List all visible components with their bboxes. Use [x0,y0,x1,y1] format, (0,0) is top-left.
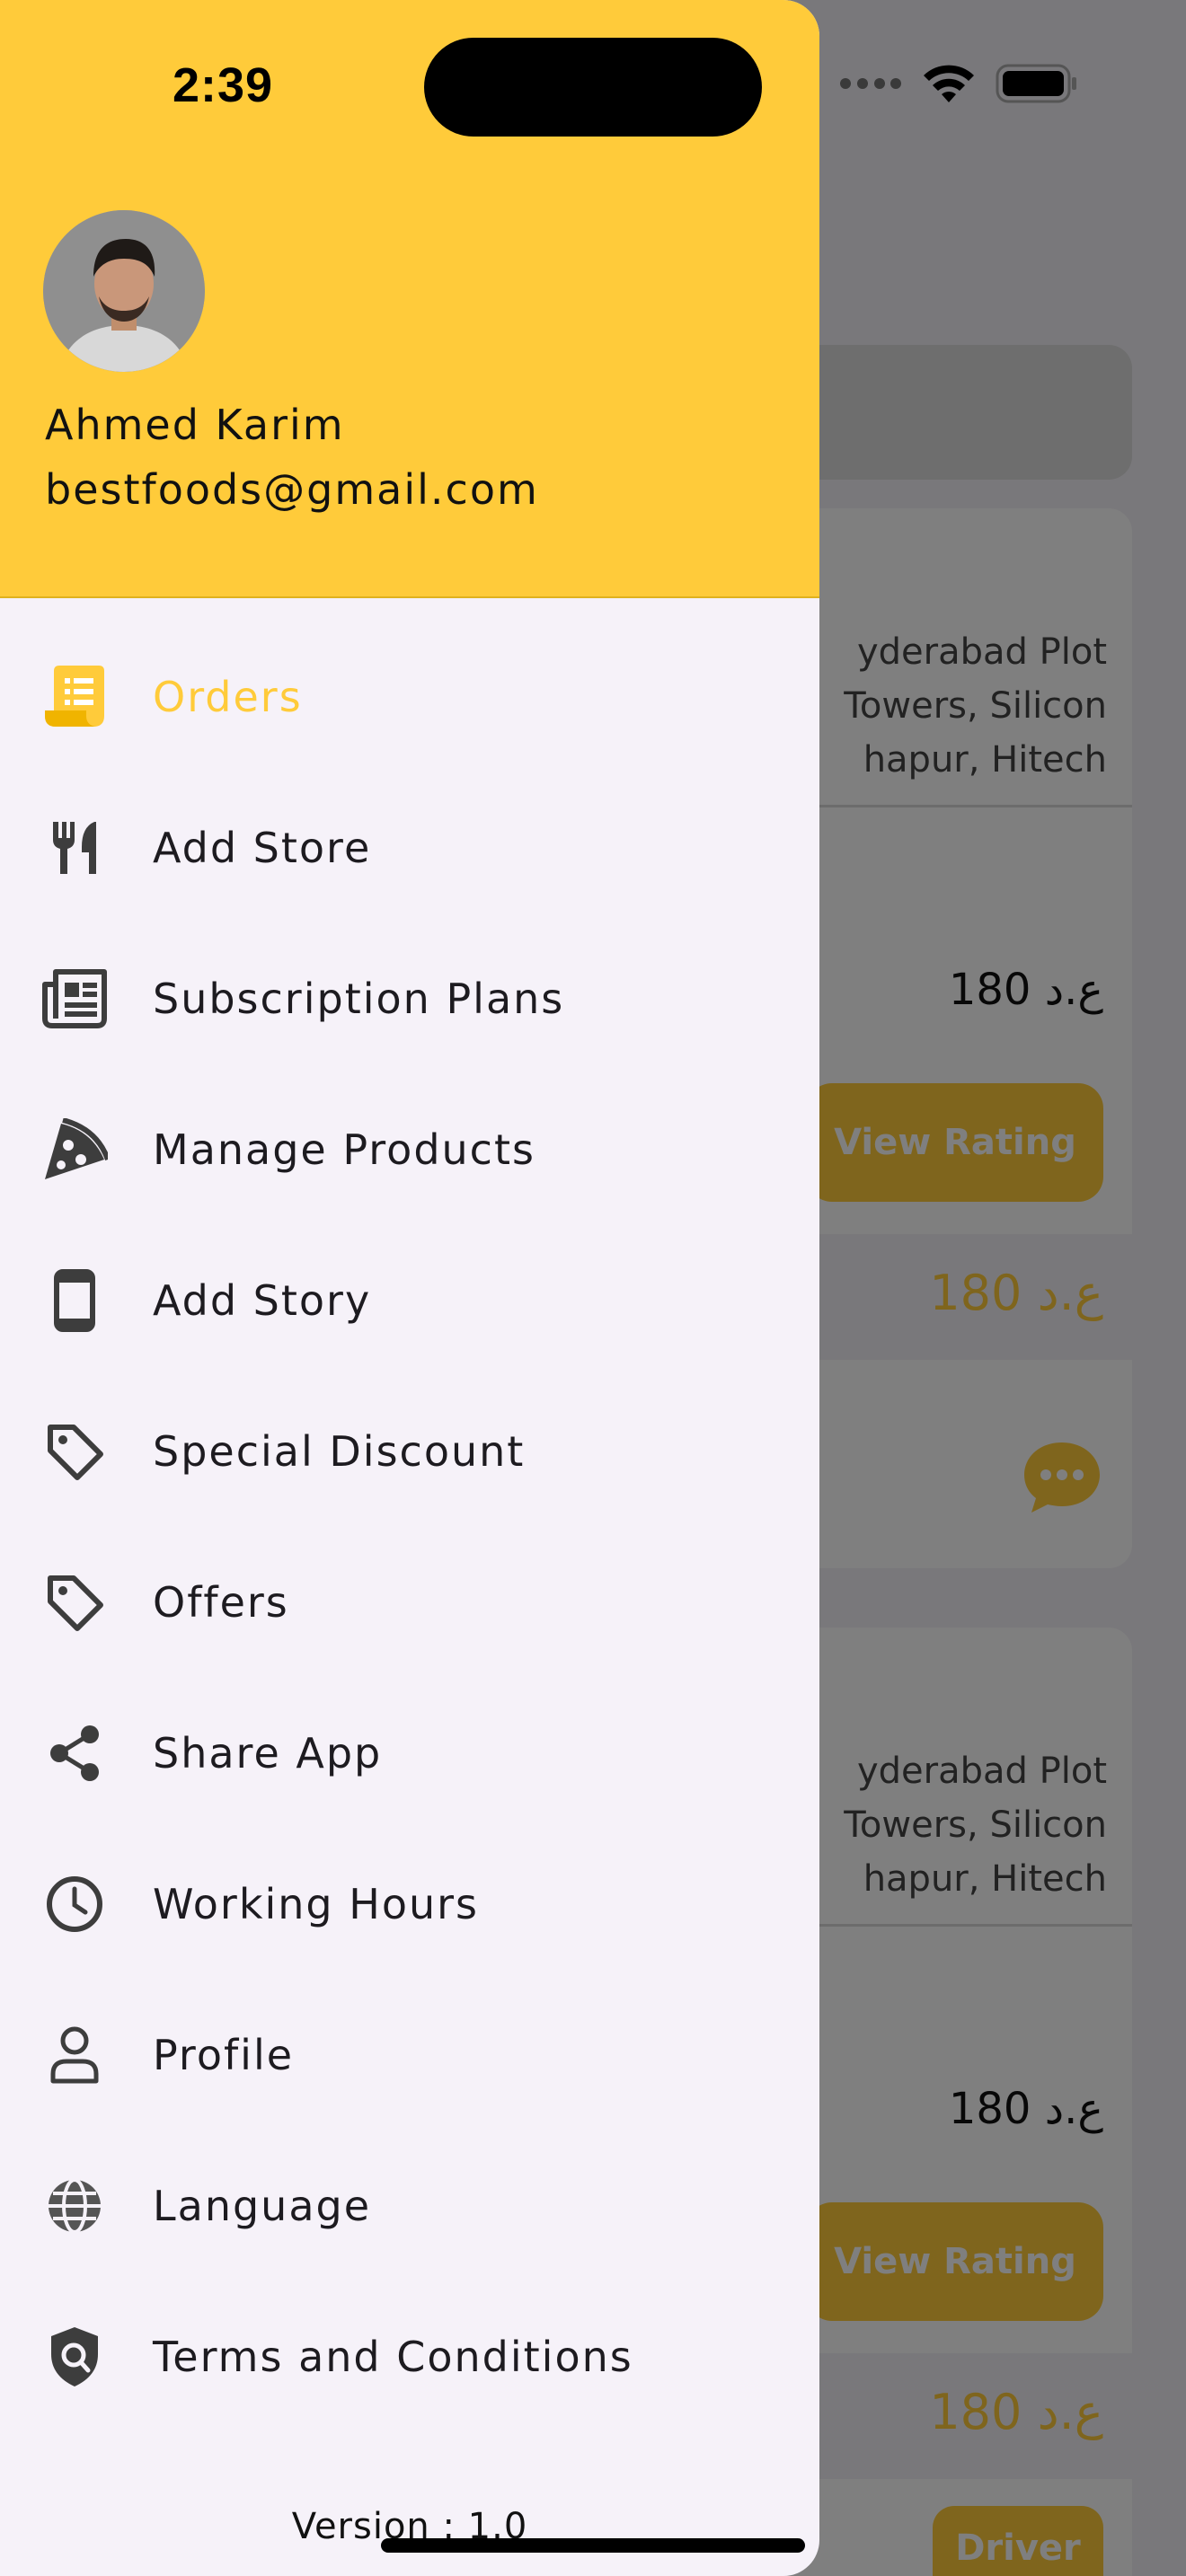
share-icon [40,1718,110,1788]
clock-icon [40,1869,110,1939]
menu-item-offers[interactable]: Offers [0,1527,819,1678]
menu-item-working-hours[interactable]: Working Hours [0,1829,819,1980]
dynamic-island [424,38,762,137]
orders-receipt-icon [40,662,110,732]
shield-search-icon [40,2322,110,2392]
user-email: bestfoods@gmail.com [45,465,539,514]
menu-item-add-store[interactable]: Add Store [0,772,819,923]
tag-icon [40,1567,110,1637]
menu-item-label: Manage Products [153,1125,535,1174]
drawer-menu: Orders Add Store Subscription Plans Mana… [0,622,819,2432]
menu-item-label: Special Discount [153,1427,526,1476]
menu-item-label: Subscription Plans [153,975,565,1023]
navigation-drawer: 2:39 Ahmed Karim bestfoods@gmail.com Ord… [0,0,819,2576]
status-time: 2:39 [173,58,274,112]
drawer-header: 2:39 Ahmed Karim bestfoods@gmail.com [0,0,819,598]
signal-dots-icon [840,78,901,89]
menu-item-profile[interactable]: Profile [0,1980,819,2130]
phone-icon [40,1266,110,1336]
battery-icon [996,64,1076,103]
menu-item-language[interactable]: Language [0,2130,819,2281]
fork-knife-icon [40,813,110,883]
menu-item-label: Add Store [153,824,372,872]
menu-item-label: Add Story [153,1276,372,1325]
tag-icon [40,1416,110,1486]
menu-item-label: Orders [153,673,303,721]
menu-item-label: Profile [153,2031,295,2079]
newspaper-icon [40,964,110,1034]
home-indicator[interactable] [381,2538,805,2553]
menu-item-label: Share App [153,1729,383,1778]
menu-item-label: Language [153,2182,372,2230]
menu-item-label: Offers [153,1578,289,1627]
menu-item-label: Terms and Conditions [153,2333,633,2381]
wifi-icon [924,65,974,102]
globe-icon [40,2171,110,2241]
menu-item-terms-and-conditions[interactable]: Terms and Conditions [0,2281,819,2432]
menu-item-share-app[interactable]: Share App [0,1678,819,1829]
menu-item-special-discount[interactable]: Special Discount [0,1376,819,1527]
person-icon [40,2020,110,2090]
menu-item-orders[interactable]: Orders [0,622,819,772]
user-name: Ahmed Karim [45,401,345,449]
avatar[interactable] [43,210,205,372]
menu-item-subscription-plans[interactable]: Subscription Plans [0,923,819,1074]
menu-item-manage-products[interactable]: Manage Products [0,1074,819,1225]
status-bar-indicators [839,63,1078,104]
menu-item-add-story[interactable]: Add Story [0,1225,819,1376]
menu-item-label: Working Hours [153,1880,480,1928]
pizza-icon [40,1115,110,1185]
